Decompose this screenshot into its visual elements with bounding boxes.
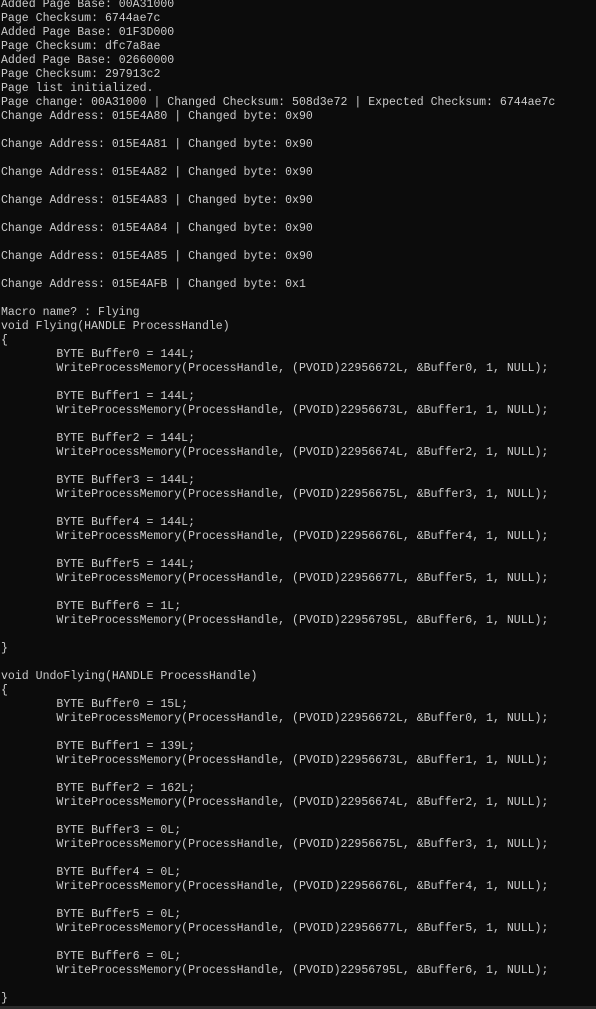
console-line: WriteProcessMemory(ProcessHandle, (PVOID…: [1, 446, 549, 459]
console-line: WriteProcessMemory(ProcessHandle, (PVOID…: [1, 880, 549, 893]
console-line: WriteProcessMemory(ProcessHandle, (PVOID…: [1, 362, 549, 375]
console-line: Added Page Base: 01F3D000: [1, 26, 175, 39]
console-line: WriteProcessMemory(ProcessHandle, (PVOID…: [1, 712, 549, 725]
console-line: BYTE Buffer3 = 0L;: [1, 824, 182, 837]
console-line: Page list initialized.: [1, 82, 154, 95]
console-line: }: [1, 642, 8, 655]
console-line: Change Address: 015E4A83 | Changed byte:…: [1, 194, 313, 207]
console-line: Macro name? : Flying: [1, 306, 140, 319]
console-line: WriteProcessMemory(ProcessHandle, (PVOID…: [1, 572, 549, 585]
console-line: Page Checksum: 6744ae7c: [1, 12, 161, 25]
console-line: BYTE Buffer0 = 144L;: [1, 348, 196, 361]
console-line: BYTE Buffer0 = 15L;: [1, 698, 189, 711]
console-line: BYTE Buffer2 = 144L;: [1, 432, 196, 445]
console-line: Change Address: 015E4A80 | Changed byte:…: [1, 110, 313, 123]
console-line: BYTE Buffer5 = 144L;: [1, 558, 196, 571]
console-output[interactable]: Added Page Base: 00A31000 Page Checksum: …: [1, 0, 596, 1006]
console-line: BYTE Buffer2 = 162L;: [1, 782, 196, 795]
console-line: BYTE Buffer1 = 139L;: [1, 740, 196, 753]
console-line: void UndoFlying(HANDLE ProcessHandle): [1, 670, 258, 683]
console-line: BYTE Buffer1 = 144L;: [1, 390, 196, 403]
console-line: BYTE Buffer4 = 0L;: [1, 866, 182, 879]
console-line: BYTE Buffer6 = 0L;: [1, 950, 182, 963]
console-line: Change Address: 015E4A82 | Changed byte:…: [1, 166, 313, 179]
console-line: Page Checksum: 297913c2: [1, 68, 161, 81]
console-line: WriteProcessMemory(ProcessHandle, (PVOID…: [1, 488, 549, 501]
console-line: WriteProcessMemory(ProcessHandle, (PVOID…: [1, 964, 549, 977]
console-line: WriteProcessMemory(ProcessHandle, (PVOID…: [1, 404, 549, 417]
console-line: Added Page Base: 00A31000: [1, 0, 175, 11]
console-line: Change Address: 015E4A84 | Changed byte:…: [1, 222, 313, 235]
console-line: WriteProcessMemory(ProcessHandle, (PVOID…: [1, 796, 549, 809]
console-line: Page change: 00A31000 | Changed Checksum…: [1, 96, 556, 109]
console-line: BYTE Buffer6 = 1L;: [1, 600, 182, 613]
console-line: BYTE Buffer5 = 0L;: [1, 908, 182, 921]
console-line: WriteProcessMemory(ProcessHandle, (PVOID…: [1, 754, 549, 767]
console-line: void Flying(HANDLE ProcessHandle): [1, 320, 230, 333]
console-line: WriteProcessMemory(ProcessHandle, (PVOID…: [1, 530, 549, 543]
console-line: Change Address: 015E4A85 | Changed byte:…: [1, 250, 313, 263]
console-line: BYTE Buffer4 = 144L;: [1, 516, 196, 529]
console-line: WriteProcessMemory(ProcessHandle, (PVOID…: [1, 614, 549, 627]
console-line: Change Address: 015E4AFB | Changed byte:…: [1, 278, 306, 291]
console-line: Added Page Base: 02660000: [1, 54, 175, 67]
console-line: Page Checksum: dfc7a8ae: [1, 40, 161, 53]
console-line: {: [1, 684, 8, 697]
console-line: {: [1, 334, 8, 347]
console-line: Change Address: 015E4A81 | Changed byte:…: [1, 138, 313, 151]
console-line: WriteProcessMemory(ProcessHandle, (PVOID…: [1, 838, 549, 851]
console-line: WriteProcessMemory(ProcessHandle, (PVOID…: [1, 922, 549, 935]
console-line: }: [1, 992, 8, 1005]
console-line: BYTE Buffer3 = 144L;: [1, 474, 196, 487]
